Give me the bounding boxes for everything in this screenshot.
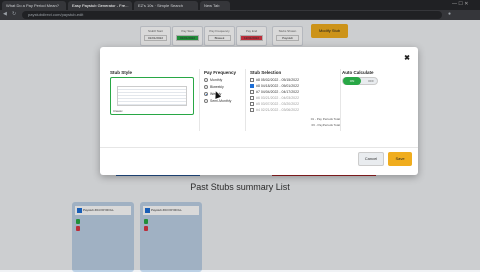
divider: [199, 69, 200, 131]
auto-calculate-toggle[interactable]: ON OFF: [342, 77, 378, 85]
radio-icon[interactable]: [204, 78, 208, 83]
stub-meta-text: 01 - Pay Periods Total: [310, 117, 340, 121]
pay-frequency-title: Pay Frequency: [204, 70, 237, 75]
checkbox-icon[interactable]: [250, 102, 254, 107]
close-icon[interactable]: ✖: [404, 54, 410, 62]
stub-settings-modal: ✖ Stub Style Classic Pay Frequency Month…: [100, 47, 418, 175]
option-label: Semi-Monthly: [210, 99, 232, 103]
stub-option-label: #6 03/21/2022 - 04/03/2022: [256, 96, 300, 100]
frequency-option-biweekly[interactable]: Biweekly: [204, 84, 224, 90]
radio-icon[interactable]: [204, 85, 208, 90]
browser-tab[interactable]: New Tab: [200, 1, 230, 10]
stub-meta-text: 06 - PayPeriods Total: [311, 123, 340, 127]
radio-icon[interactable]: [204, 92, 208, 97]
stub-option-label: #5 03/07/2022 - 03/20/2022: [256, 102, 300, 106]
radio-icon[interactable]: [204, 99, 208, 104]
stub-selection-list[interactable]: #8 05/02/2022 - 05/15/2022 #8 04/18/2022…: [250, 77, 340, 115]
divider: [245, 69, 246, 131]
save-button[interactable]: Save: [388, 152, 412, 166]
stub-selection-title: Stub Selection: [250, 70, 282, 75]
checkbox-icon[interactable]: [250, 96, 254, 101]
option-label: Monthly: [210, 78, 223, 82]
window-controls[interactable]: — ☐ ✕: [452, 1, 468, 7]
url-field[interactable]: paystubdirect.com/paystub-edit: [22, 11, 442, 19]
stub-thumbnail: [117, 86, 187, 106]
option-label: Biweekly: [210, 85, 224, 89]
browser-tab[interactable]: EZ's 10s · Simple Search: [134, 1, 198, 10]
stub-option-label: #7 04/04/2022 - 04/17/2022: [256, 90, 300, 94]
toggle-on-label: ON: [343, 77, 361, 85]
checkbox-icon[interactable]: [250, 84, 254, 89]
frequency-option-monthly[interactable]: Monthly: [204, 77, 222, 83]
auto-calculate-title: Auto Calculate: [342, 70, 374, 75]
browser-tab[interactable]: What Do a Pay Period Mean?: [2, 1, 66, 10]
browser-tab-strip: What Do a Pay Period Mean? Easy Paystub …: [0, 0, 480, 10]
checkbox-icon[interactable]: [250, 78, 254, 83]
back-icon[interactable]: ◀: [3, 11, 7, 17]
stub-option-label: #8 05/02/2022 - 05/15/2022: [256, 78, 300, 82]
checkbox-icon[interactable]: [250, 90, 254, 95]
divider: [340, 69, 341, 131]
stub-style-title: Stub Style: [110, 70, 133, 75]
checkbox-icon[interactable]: [250, 108, 254, 113]
toggle-off-label: OFF: [368, 79, 374, 83]
profile-icon[interactable]: ●: [448, 11, 451, 17]
reload-icon[interactable]: ↻: [12, 11, 16, 17]
stub-option-label: #8 04/18/2022 - 05/01/2022: [256, 84, 300, 88]
frequency-option-semimonthly[interactable]: Semi-Monthly: [204, 98, 231, 104]
stub-style-preview[interactable]: Classic: [110, 77, 194, 115]
stub-option-label: #4 02/21/2022 - 03/06/2022: [256, 108, 300, 112]
modal-footer-divider: [100, 147, 418, 148]
address-bar-row: ◀ ↻ paystubdirect.com/paystub-edit ●: [0, 10, 480, 20]
cancel-button[interactable]: Cancel: [358, 152, 384, 166]
stub-style-label: Classic: [113, 109, 123, 113]
browser-tab-active[interactable]: Easy Paystub Generator - Fre...: [68, 1, 132, 10]
stub-option[interactable]: #4 02/21/2022 - 03/06/2022: [250, 107, 340, 113]
